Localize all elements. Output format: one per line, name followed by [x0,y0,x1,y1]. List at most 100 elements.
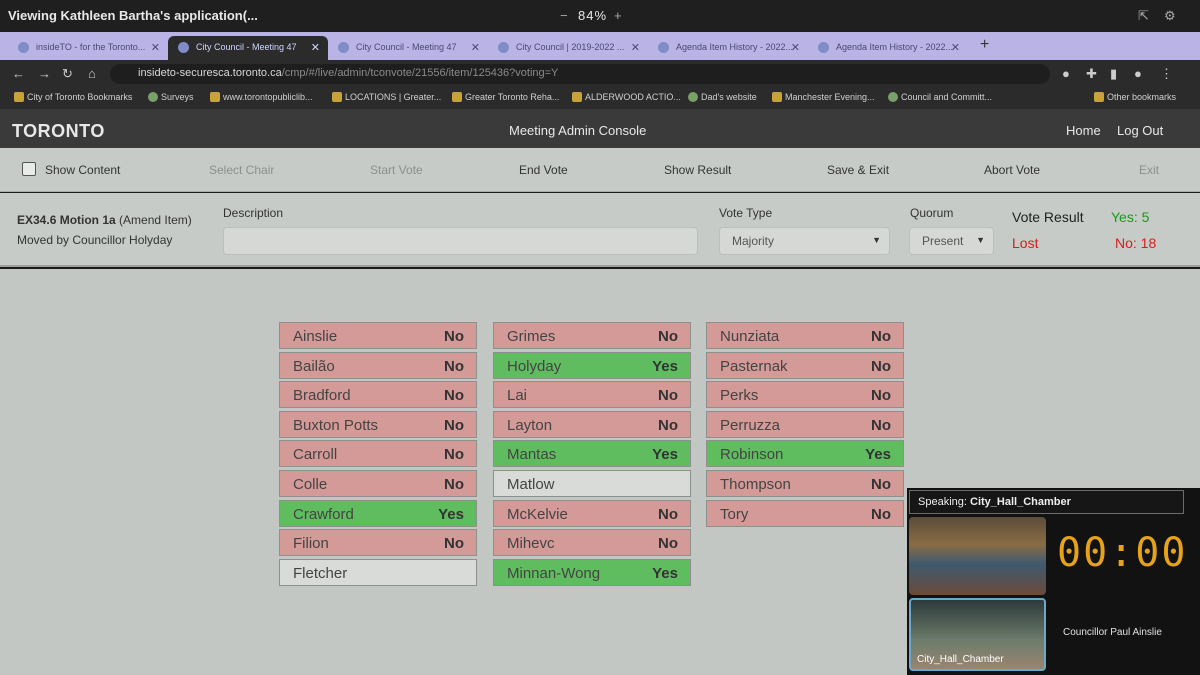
tab-label: City Council - Meeting 47 [196,42,297,52]
councillor-vote-row[interactable]: Bailão No [279,351,477,379]
councillor-vote-row[interactable]: Mihevc No [493,529,691,557]
show-content-checkbox[interactable] [22,162,36,176]
councillor-vote-row[interactable]: Thompson No [706,470,904,497]
bookmark[interactable]: ALDERWOOD ACTIO... [572,92,681,102]
remote-control-icon[interactable]: ⇱ [1138,8,1149,24]
councillor-name: Crawford [293,505,354,523]
vote-value: No [871,476,891,493]
home-link[interactable]: Home [1066,123,1101,138]
abort-vote-button[interactable]: Abort Vote [984,163,1040,177]
menu-icon[interactable]: ⋮ [1160,66,1173,82]
councillor-vote-row[interactable]: Layton No [493,410,691,438]
councillor-vote-row[interactable]: Perks No [706,381,904,409]
vote-value: No [444,476,464,493]
bookmark[interactable]: Manchester Evening... [772,92,875,102]
new-tab-button[interactable]: + [980,36,989,54]
councillor-vote-row[interactable]: Bradford No [279,381,477,409]
bookmark[interactable]: www.torontopubliclib... [210,92,313,102]
close-icon[interactable]: ✕ [151,41,160,54]
home-icon[interactable]: ⌂ [88,66,96,81]
logout-link[interactable]: Log Out [1117,123,1163,138]
councillor-vote-row[interactable]: McKelvie No [493,499,691,527]
extension-icon[interactable]: ● [1062,66,1070,81]
save-exit-button[interactable]: Save & Exit [827,163,889,177]
app-header: TORONTO Meeting Admin Console Home Log O… [0,110,1200,148]
chamber-video-thumbnail[interactable] [909,517,1046,595]
councillor-vote-row[interactable]: Holyday Yes [493,351,691,379]
vote-value: Yes [865,446,891,464]
profile-icon[interactable]: ● [1134,66,1142,81]
browser-tab[interactable]: insideTO - for the Toronto... ✕ [8,36,168,60]
toronto-logo[interactable]: TORONTO [12,121,105,142]
chamber-video-tile[interactable]: City_Hall_Chamber [909,598,1046,671]
councillor-vote-row[interactable]: Lai No [493,381,691,409]
chevron-down-icon: ▼ [976,235,985,245]
select-chair-button[interactable]: Select Chair [209,163,274,177]
browser-tab[interactable]: City Council | 2019-2022 ... ✕ [488,36,648,60]
bookmark[interactable]: City of Toronto Bookmarks [14,92,132,102]
councillor-vote-row[interactable]: Filion No [279,529,477,557]
councillor-vote-row[interactable]: Minnan-Wong Yes [493,558,691,586]
sidebar-icon[interactable]: ▮ [1110,66,1117,82]
vote-type-select[interactable]: Majority ▼ [719,227,890,255]
vote-type-label: Vote Type [719,206,773,220]
browser-tab[interactable]: Agenda Item History - 2022... ✕ [648,36,808,60]
back-icon[interactable]: ← [12,66,25,81]
settings-icon[interactable]: ⚙ [1164,8,1176,24]
description-label: Description [223,206,284,220]
vote-result-label: Vote Result [1012,209,1084,225]
close-icon[interactable]: ✕ [791,41,800,54]
browser-tab[interactable]: City Council - Meeting 47 ✕ [328,36,488,60]
vote-value: No [444,387,464,405]
vote-value: Yes [652,357,678,375]
close-icon[interactable]: ✕ [471,41,480,54]
councillor-vote-row[interactable]: Colle No [279,470,477,497]
councillor-vote-row[interactable]: Perruzza No [706,410,904,438]
councillor-vote-row[interactable]: Robinson Yes [706,440,904,468]
share-title: Viewing Kathleen Bartha's application(..… [8,8,258,23]
councillor-vote-row[interactable]: Ainslie No [279,322,477,349]
councillor-vote-row[interactable]: Matlow [493,470,691,497]
reload-icon[interactable]: ↻ [62,66,73,82]
bookmark[interactable]: Council and Committ... [888,92,992,102]
bookmark[interactable]: LOCATIONS | Greater... [332,92,441,102]
councillor-vote-row[interactable]: Nunziata No [706,322,904,349]
councillor-vote-row[interactable]: Carroll No [279,440,477,468]
councillor-name: McKelvie [507,505,568,523]
councillor-vote-row[interactable]: Mantas Yes [493,440,691,468]
puzzle-icon[interactable]: ✚ [1086,66,1097,82]
bookmark[interactable]: Greater Toronto Reha... [452,92,559,102]
councillor-vote-row[interactable]: Grimes No [493,322,691,349]
browser-tab-active[interactable]: City Council - Meeting 47 ✕ [168,36,328,60]
end-vote-button[interactable]: End Vote [519,163,568,177]
vote-toolbar: Show Content Select Chair Start Vote End… [0,148,1200,192]
close-icon[interactable]: ✕ [951,41,960,54]
page-title: Meeting Admin Console [509,123,647,138]
councillor-vote-row[interactable]: Buxton Potts No [279,410,477,438]
councillor-vote-row[interactable]: Crawford Yes [279,499,477,527]
vote-type-value: Majority [732,234,775,248]
show-result-button[interactable]: Show Result [664,163,731,177]
close-icon[interactable]: ✕ [631,41,640,54]
bookmark[interactable]: Dad's website [688,92,757,102]
speaking-label: Speaking: [918,496,967,508]
bookmark-folder[interactable]: Other bookmarks [1094,92,1176,102]
councillor-name: Tory [720,505,749,523]
zoom-in-button[interactable]: + [614,8,622,23]
description-input[interactable] [223,227,698,255]
show-content-label[interactable]: Show Content [45,163,120,177]
close-icon[interactable]: ✕ [311,41,320,54]
url-input[interactable]: insideto-securesca.toronto.ca/cmp/#/live… [110,64,1050,84]
browser-tab-strip: insideTO - for the Toronto... ✕ City Coun… [0,32,1200,60]
councillor-vote-row[interactable]: Fletcher [279,558,477,586]
start-vote-button[interactable]: Start Vote [370,163,423,177]
browser-tab[interactable]: Agenda Item History - 2022... ✕ [808,36,968,60]
exit-button[interactable]: Exit [1139,163,1159,177]
forward-icon[interactable]: → [38,66,51,81]
bookmark[interactable]: Surveys [148,92,194,102]
councillor-vote-row[interactable]: Tory No [706,499,904,527]
councillor-vote-row[interactable]: Pasternak No [706,351,904,379]
quorum-select[interactable]: Present ▼ [909,227,994,255]
vote-value: No [871,357,891,375]
zoom-out-button[interactable]: − [560,8,568,23]
